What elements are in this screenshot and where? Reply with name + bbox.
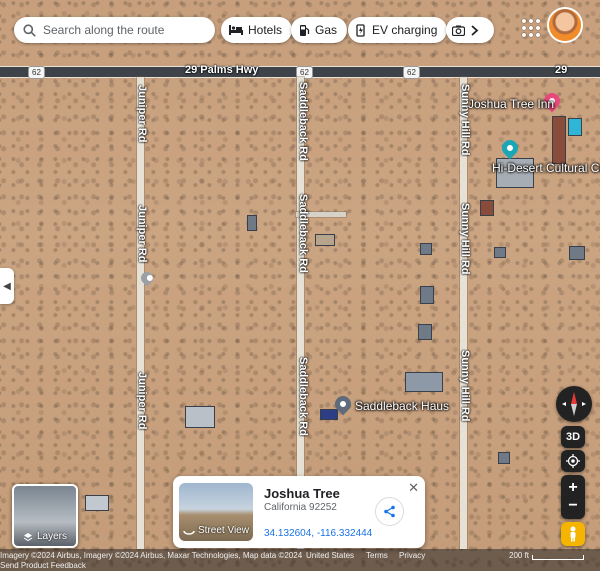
place-title: Joshua Tree xyxy=(264,486,340,501)
layers-label: Layers xyxy=(14,531,76,542)
building xyxy=(418,324,432,340)
share-button[interactable] xyxy=(375,497,404,526)
saddleback-label: Saddleback Rd xyxy=(297,357,309,436)
chip-hotels[interactable]: Hotels xyxy=(221,17,293,43)
sunny-hill-label: Sunny Hill Rd xyxy=(459,84,471,156)
building xyxy=(315,234,335,246)
street-view-thumbnail[interactable]: Street View xyxy=(179,483,253,541)
highway-label: 29 Palms Hwy xyxy=(185,64,259,76)
scale-bar xyxy=(532,555,584,560)
top-bar: Hotels Gas EV charging xyxy=(14,17,600,43)
highway-end-label: 29 xyxy=(555,64,568,76)
pegman-icon xyxy=(570,526,576,542)
privacy-link[interactable]: Privacy xyxy=(399,551,425,560)
place-label-inn[interactable]: Joshua Tree Inn xyxy=(468,97,554,111)
chevron-left-icon: ◀ xyxy=(3,280,11,292)
place-label-saddleback-haus[interactable]: Saddleback Haus xyxy=(355,399,449,413)
compass-button[interactable] xyxy=(556,386,592,422)
layers-icon xyxy=(23,532,33,541)
street-view-text: Street View xyxy=(198,525,249,536)
terms-link[interactable]: Terms xyxy=(366,551,388,560)
feedback-link[interactable]: Send Product Feedback xyxy=(0,561,86,570)
apps-grid-icon[interactable] xyxy=(519,16,541,38)
compass-icon xyxy=(562,392,586,416)
chip-label: Hotels xyxy=(248,23,283,37)
map-footer: Imagery ©2024 Airbus, Imagery ©2024 Airb… xyxy=(0,549,600,571)
close-icon[interactable]: ✕ xyxy=(408,480,419,496)
building xyxy=(569,246,585,260)
culture-pin-icon[interactable] xyxy=(498,136,522,160)
juniper-road[interactable] xyxy=(137,77,144,549)
building xyxy=(85,495,109,511)
building xyxy=(405,372,443,392)
place-label-cultural-center[interactable]: Hi-Desert Cultural Center xyxy=(492,161,600,175)
building xyxy=(498,452,510,464)
chip-gas[interactable]: Gas xyxy=(291,17,348,43)
gas-pump-icon xyxy=(300,24,310,36)
attribution: Imagery ©2024 Airbus, Imagery ©2024 Airb… xyxy=(0,551,303,560)
chip-label: EV charging xyxy=(372,23,438,37)
my-location-button[interactable] xyxy=(561,450,585,472)
highway-shield: 62 xyxy=(403,66,420,79)
camera-icon xyxy=(452,25,465,36)
street-view-icon xyxy=(183,530,195,535)
layers-button[interactable]: Layers xyxy=(12,484,78,548)
chevron-right-icon xyxy=(471,24,479,36)
saddleback-label: Saddleback Rd xyxy=(297,194,309,273)
juniper-label: Juniper Rd xyxy=(136,85,148,143)
juniper-label: Juniper Rd xyxy=(136,372,148,430)
bed-icon xyxy=(229,25,243,35)
chip-more[interactable] xyxy=(446,17,494,43)
scale-label[interactable]: 200 ft xyxy=(509,551,529,560)
zoom-in-button[interactable]: + xyxy=(568,479,577,497)
search-box[interactable] xyxy=(14,17,215,43)
collapse-panel-button[interactable]: ◀ xyxy=(0,268,14,304)
place-subtitle: California 92252 xyxy=(264,502,337,513)
building xyxy=(320,409,338,420)
pool xyxy=(568,118,582,136)
place-card[interactable]: Street View Joshua Tree California 92252… xyxy=(173,476,425,548)
building xyxy=(552,116,566,164)
zoom-out-button[interactable]: − xyxy=(568,497,577,515)
chip-ev-charging[interactable]: EV charging xyxy=(348,17,448,43)
building xyxy=(420,286,434,304)
saddleback-label: Saddleback Rd xyxy=(297,82,309,161)
search-icon xyxy=(23,23,36,37)
3d-button[interactable]: 3D xyxy=(561,426,585,448)
sunny-hill-label: Sunny Hill Rd xyxy=(459,203,471,275)
building xyxy=(185,406,215,428)
building xyxy=(494,247,506,258)
building xyxy=(247,215,257,231)
ev-charger-icon xyxy=(356,23,365,37)
building xyxy=(480,200,494,216)
share-icon xyxy=(384,505,395,518)
street-view-label: Street View xyxy=(179,525,253,536)
pegman-button[interactable] xyxy=(561,522,585,546)
region-link[interactable]: United States xyxy=(306,551,354,560)
avatar[interactable] xyxy=(549,9,581,41)
sunny-hill-label: Sunny Hill Rd xyxy=(459,350,471,422)
building xyxy=(420,243,432,255)
search-input[interactable] xyxy=(43,23,203,37)
zoom-controls: + − xyxy=(561,475,585,519)
place-coordinates[interactable]: 34.132604, -116.332444 xyxy=(264,528,372,539)
highway-shield: 62 xyxy=(28,66,45,79)
my-location-icon xyxy=(566,454,580,468)
chip-label: Gas xyxy=(315,23,338,37)
juniper-label: Juniper Rd xyxy=(136,205,148,263)
layers-text: Layers xyxy=(36,531,67,542)
